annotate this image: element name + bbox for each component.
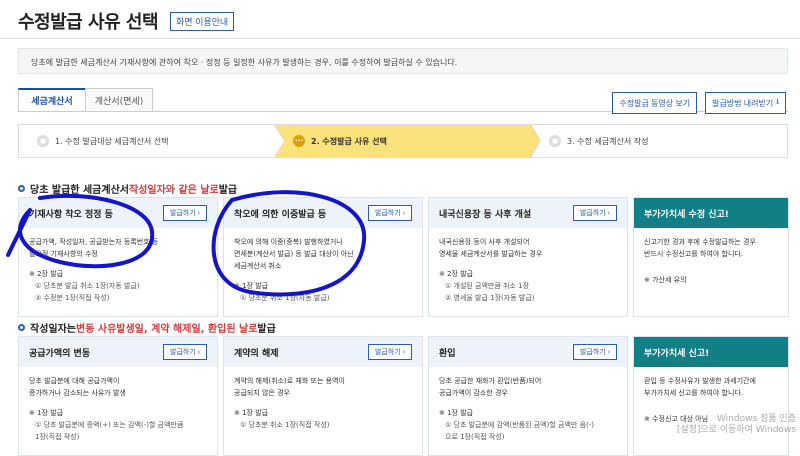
download-button[interactable]: 발급방법 내려받기 ⭳	[705, 92, 786, 114]
card-item: 1장(직접 작성)	[35, 433, 80, 441]
card-desc: 계약의 해제(취소)로 재화 또는 용역이 공급되지 않은 경우	[234, 377, 345, 397]
card-contract-cancel: 계약의 해제 발급하기 › 계약의 해제(취소)로 재화 또는 용역이 공급되지 …	[223, 336, 423, 456]
card-count: ※ 1장 발급	[29, 409, 64, 417]
bullet-icon	[18, 324, 25, 331]
card-desc: 내국신용장 등이 사후 개설되어 영세율 세금계산서를 발급하는 경우	[439, 238, 543, 258]
card-row-2: 공급가액의 변동 발급하기 › 당초 발급분에 대해 공급가액이 증가하거나 감소…	[18, 336, 789, 456]
tab-bar: 세금계산서 계산서(면세)	[18, 88, 153, 112]
notice-box: 당초에 발급한 세금계산서 기재사항에 관하여 착오 · 정정 등 일정한 사유…	[18, 48, 788, 74]
card-item: ① 당초 발급분에 증액(+) 또는 감액(-)할 금액만큼	[35, 421, 184, 429]
section1-prefix: 당초 발급한 세금계산서	[30, 185, 129, 196]
card-title: 계약의 해제	[234, 348, 279, 359]
step-dot-icon: ···	[293, 135, 305, 147]
step-indicator: ● 1. 수정 발급대상 세금계산서 선택 ··· 2. 수정발급 사유 선택 ● 3…	[18, 124, 788, 158]
issue-button-label: 발급하기	[579, 349, 606, 356]
card-desc: 환입 등 수정사유가 발생한 과세기간에 부가가치세 신고를 하여야 합니다.	[644, 377, 756, 397]
section-title-same-date: 당초 발급한 세금계산서 작성일자와 같은 날로 발급	[18, 181, 237, 196]
video-button[interactable]: 수정발급 동영상 보기	[612, 92, 698, 114]
card-item: ① 당초 발급분에 감액(반품된 금액)할 금액만 음(-)	[445, 421, 594, 429]
card-item: ① 당초분 취소 1장(직접 작성)	[240, 421, 330, 429]
download-button-label: 발급방법 내려받기	[712, 98, 774, 108]
step-arrow	[274, 124, 285, 158]
header-divider	[0, 38, 800, 39]
action-buttons: 수정발급 동영상 보기 발급방법 내려받기 ⭳	[612, 92, 786, 114]
card-desc: 신고기한 경과 후에 수정발급하는 경우 반드시 수정신고를 하여야 합니다.	[644, 238, 756, 258]
card-title: 내국신용장 등 사후 개설	[439, 209, 532, 220]
section2-highlight: 변동 사유발생일, 계약 해제일, 환입된 날로	[76, 324, 258, 335]
issue-button-label: 발급하기	[169, 349, 196, 356]
card-item: ① 당초분 발급 취소 1장(자동 발급)	[35, 282, 140, 290]
card-local-lc: 내국신용장 등 사후 개설 발급하기 › 내국신용장 등이 사후 개설되어 영세율…	[428, 197, 628, 317]
card-desc: 착오에 의해 이중(중복) 발행하였거나 면세분(계산서 발급) 등 발급 대상…	[234, 238, 354, 270]
step-dot-icon: ●	[37, 135, 49, 147]
issue-button-label: 발급하기	[579, 210, 606, 217]
card-count: ※ 1장 발급	[234, 409, 269, 417]
section2-prefix: 작성일자는	[30, 324, 76, 335]
step-arrow	[530, 124, 541, 158]
card-count: ※ 2장 발급	[29, 270, 64, 278]
card-vat-amend: 부가가치세 수정 신고! 신고기한 경과 후에 수정발급하는 경우 반드시 수정…	[633, 197, 789, 317]
card-title: 부가가치세 수정 신고!	[644, 209, 729, 220]
issue-button[interactable]: 발급하기 ›	[572, 344, 617, 360]
card-supply-change: 공급가액의 변동 발급하기 › 당초 발급분에 대해 공급가액이 증가하거나 감소…	[18, 336, 218, 456]
screen-guide-button[interactable]: 화면 이용안내	[170, 11, 235, 31]
card-item: ① 당초분 취소 1장(자동 발급)	[240, 294, 330, 302]
issue-button[interactable]: 발급하기 ›	[162, 205, 207, 221]
step-3-label: 3. 수정 세금계산서 작성	[567, 136, 649, 146]
card-title: 환입	[439, 348, 456, 359]
card-vat-report: 부가가치세 신고! 환입 등 수정사유가 발생한 과세기간에 부가가치세 신고를…	[633, 336, 789, 456]
page-header: 수정발급 사유 선택 화면 이용안내	[18, 8, 235, 34]
step-3: ● 3. 수정 세금계산서 작성	[531, 125, 787, 157]
card-item: 으로 1장(직접 작성)	[445, 433, 505, 441]
step-2: ··· 2. 수정발급 사유 선택	[275, 124, 541, 158]
watermark-line1: Windows 정품 인증	[716, 414, 796, 424]
step-1: ● 1. 수정 발급대상 세금계산서 선택	[19, 124, 285, 158]
page-title: 수정발급 사유 선택	[18, 12, 159, 33]
issue-button[interactable]: 발급하기 ›	[367, 205, 412, 221]
step-1-label: 1. 수정 발급대상 세금계산서 선택	[55, 136, 169, 146]
card-return: 환입 발급하기 › 당초 공급한 재화가 환입(반품)되어 공급가액이 감소한 경…	[428, 336, 628, 456]
issue-button-label: 발급하기	[374, 210, 401, 217]
card-title: 기재사항 착오 정정 등	[29, 209, 113, 220]
card-error-correction: 기재사항 착오 정정 등 발급하기 › 공급가액, 작성일자, 공급받는자 등록번…	[18, 197, 218, 317]
card-desc: 당초 공급한 재화가 환입(반품)되어 공급가액이 감소한 경우	[439, 377, 542, 397]
section2-suffix: 발급	[257, 324, 276, 335]
section-title-event-date: 작성일자는 변동 사유발생일, 계약 해제일, 환입된 날로 발급	[18, 320, 276, 335]
card-item: ② 영세율 발급 1장(자동 발급)	[445, 294, 535, 302]
section1-highlight: 작성일자와 같은 날로	[128, 185, 219, 196]
card-double-issue: 착오에 의한 이중발급 등 발급하기 › 착오에 의해 이중(중복) 발행하였거나…	[223, 197, 423, 317]
issue-button[interactable]: 발급하기 ›	[162, 344, 207, 360]
section1-suffix: 발급	[218, 185, 238, 196]
card-title: 부가가치세 신고!	[644, 348, 710, 359]
card-title: 공급가액의 변동	[29, 348, 91, 359]
issue-button-label: 발급하기	[374, 349, 401, 356]
card-count: ※ 2장 발급	[439, 270, 474, 278]
step-2-label: 2. 수정발급 사유 선택	[311, 136, 387, 146]
tab-invoice-exempt[interactable]: 계산서(면세)	[85, 88, 153, 112]
issue-button[interactable]: 발급하기 ›	[367, 344, 412, 360]
windows-activation-watermark: Windows 정품 인증 [설정]으로 이동하여 Windows	[677, 414, 796, 436]
card-title: 착오에 의한 이중발급 등	[234, 209, 327, 220]
card-count: ※ 1장 발급	[234, 282, 269, 290]
card-desc: 공급가액, 작성일자, 공급받는자 등록번호 등 필요적 기재사항의 수정	[29, 238, 159, 258]
video-button-label: 수정발급 동영상 보기	[619, 98, 691, 108]
issue-button[interactable]: 발급하기 ›	[572, 205, 617, 221]
card-desc: 당초 발급분에 대해 공급가액이 증가하거나 감소되는 사유가 발생	[29, 377, 126, 397]
card-item: ① 개설된 금액만큼 취소 1장	[445, 282, 530, 290]
step-dot-icon: ●	[549, 135, 561, 147]
card-item: ② 수정분 1장(직접 작성)	[35, 294, 110, 302]
tab-tax-invoice[interactable]: 세금계산서	[18, 88, 86, 112]
watermark-line2: [설정]으로 이동하여 Windows	[676, 425, 796, 435]
card-count: ※ 1장 발급	[439, 409, 474, 417]
download-icon: ⭳	[776, 97, 779, 106]
card-note: ※ 가산세 유의	[644, 276, 687, 284]
bullet-icon	[18, 185, 25, 192]
card-row-1: 기재사항 착오 정정 등 발급하기 › 공급가액, 작성일자, 공급받는자 등록번…	[18, 197, 789, 317]
issue-button-label: 발급하기	[169, 210, 196, 217]
